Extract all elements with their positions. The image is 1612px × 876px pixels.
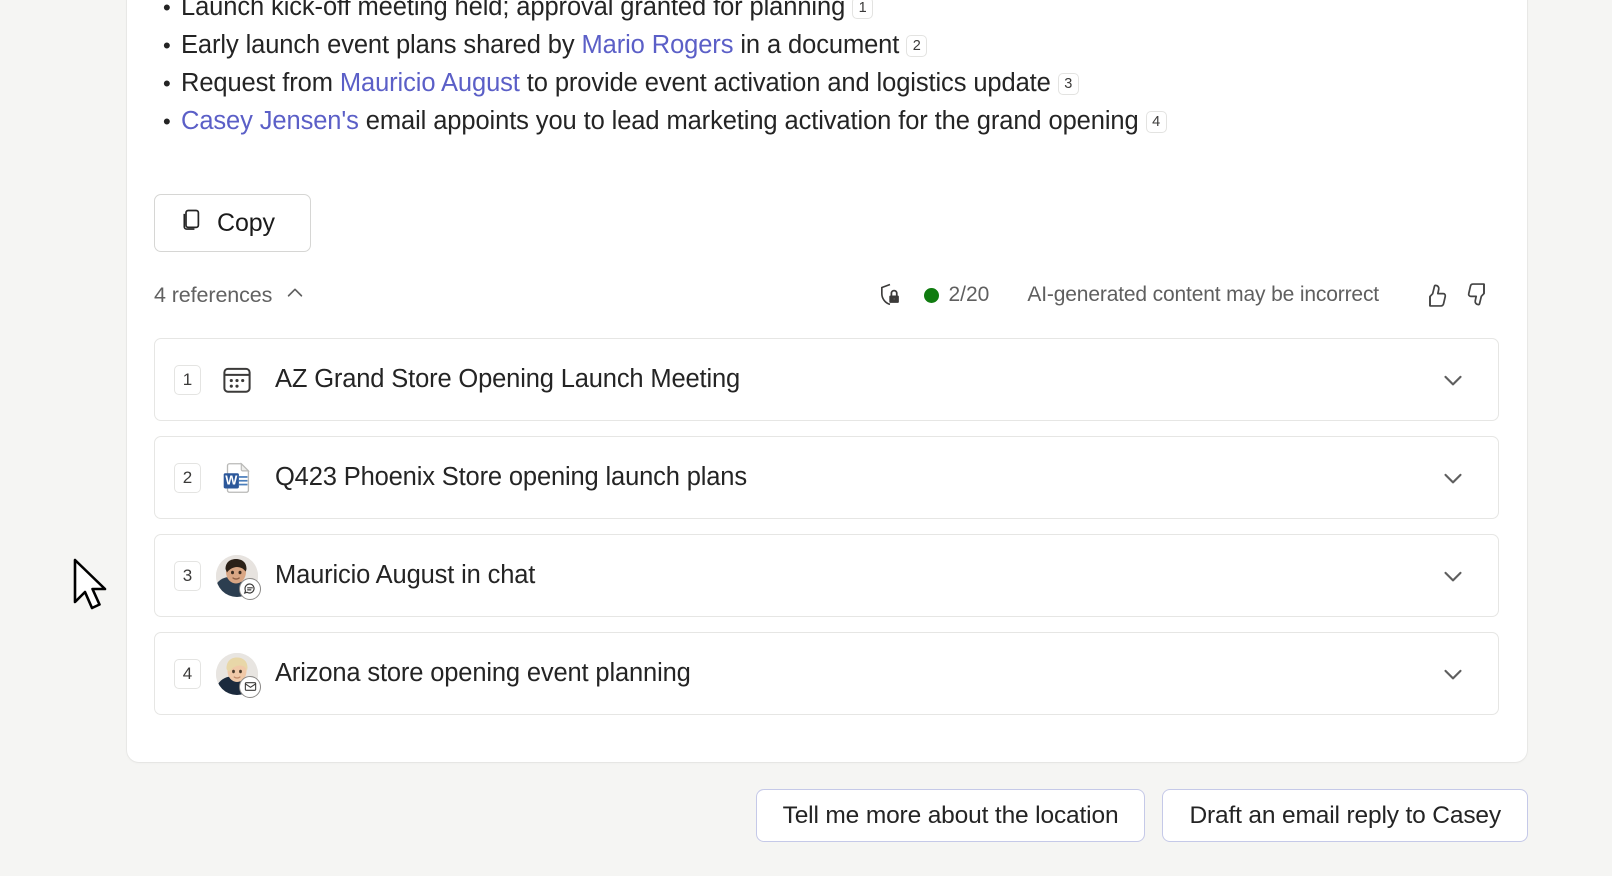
- summary-bullet-item: • Launch kick-off meeting held; approval…: [155, 0, 1495, 26]
- summary-bullet-list: • Launch kick-off meeting held; approval…: [155, 0, 1495, 140]
- avatar-email-icon: [216, 652, 261, 698]
- summary-bullet-item: • Request from Mauricio August to provid…: [155, 64, 1495, 102]
- mouse-cursor: [71, 558, 111, 614]
- reference-title: Mauricio August in chat: [275, 561, 536, 589]
- copy-icon: [177, 206, 204, 240]
- references-bar-right: 2/20 AI-generated content may be incorre…: [876, 274, 1499, 316]
- chevron-down-icon[interactable]: [1436, 657, 1470, 691]
- reference-card-meeting[interactable]: 1 AZ Grand Store Opening Launch Meeting: [154, 338, 1499, 421]
- citation-badge[interactable]: 2: [906, 35, 928, 57]
- bullet-text: Casey Jensen's email appoints you to lea…: [181, 102, 1167, 140]
- avatar-chat-icon: [216, 554, 261, 600]
- person-link-mauricio-august[interactable]: Mauricio August: [340, 69, 520, 97]
- bullet-marker: •: [163, 71, 171, 96]
- ai-disclaimer: AI-generated content may be incorrect: [1027, 283, 1379, 306]
- suggestion-pill-location[interactable]: Tell me more about the location: [755, 789, 1146, 842]
- person-link-mario-rogers[interactable]: Mario Rogers: [582, 31, 734, 59]
- reference-title: Q423 Phoenix Store opening launch plans: [275, 463, 747, 491]
- bullet-segment: Request from: [181, 69, 340, 97]
- bullet-segment: in a document: [733, 31, 900, 59]
- bullet-segment: Early launch event plans shared by: [181, 31, 582, 59]
- email-badge-icon: [239, 675, 261, 698]
- chevron-up-icon: [284, 282, 306, 309]
- bullet-marker: •: [163, 33, 171, 58]
- shield-lock-icon[interactable]: [876, 281, 904, 309]
- app-root: • Launch kick-off meeting held; approval…: [0, 0, 1612, 876]
- word-document-icon: W: [216, 457, 258, 499]
- bullet-text: Early launch event plans shared by Mario…: [181, 26, 928, 64]
- copy-button-label: Copy: [217, 208, 275, 237]
- quota-indicator: 2/20: [924, 283, 989, 307]
- status-dot: [924, 287, 940, 303]
- quota-text: 2/20: [948, 283, 990, 306]
- thumbs-down-icon[interactable]: [1457, 274, 1499, 316]
- chat-badge-icon: [239, 577, 261, 600]
- bullet-segment: email appoints you to lead marketing act…: [358, 107, 1139, 135]
- suggestion-pill-row: Tell me more about the location Draft an…: [0, 789, 1612, 842]
- bullet-marker: •: [163, 0, 171, 20]
- reference-number: 4: [174, 658, 201, 689]
- bullet-segment: to provide event activation and logistic…: [519, 69, 1051, 97]
- calendar-icon: [216, 359, 258, 401]
- citation-badge[interactable]: 1: [852, 0, 874, 19]
- summary-bullet-item: • Early launch event plans shared by Mar…: [155, 26, 1495, 64]
- person-link-casey-jensen[interactable]: Casey Jensen's: [181, 107, 359, 135]
- reference-title: AZ Grand Store Opening Launch Meeting: [275, 365, 741, 393]
- citation-badge[interactable]: 3: [1057, 73, 1079, 95]
- thumbs-up-icon[interactable]: [1415, 274, 1457, 316]
- reference-card-document[interactable]: 2 W Q423 Phoenix Store opening launch pl…: [154, 436, 1499, 519]
- suggestion-pill-draft-email[interactable]: Draft an email reply to Casey: [1162, 789, 1528, 842]
- bullet-text: Launch kick-off meeting held; approval g…: [181, 0, 874, 26]
- bullet-marker: •: [163, 109, 171, 134]
- svg-text:W: W: [225, 472, 238, 487]
- reference-card-chat[interactable]: 3 Mauricio August in chat: [154, 534, 1499, 617]
- bullet-text: Request from Mauricio August to provide …: [181, 64, 1079, 102]
- references-bar: 4 references 2/20 AI-generated content m…: [154, 278, 1499, 312]
- summary-bullet-item: • Casey Jensen's email appoints you to l…: [155, 102, 1495, 140]
- reference-number: 1: [174, 364, 201, 395]
- reference-title: Arizona store opening event planning: [275, 659, 691, 687]
- bullet-segment: Launch kick-off meeting held; approval g…: [181, 0, 846, 21]
- reference-card-email[interactable]: 4 Arizona store opening event planning: [154, 632, 1499, 715]
- references-count-label: 4 references: [154, 282, 273, 307]
- chevron-down-icon[interactable]: [1436, 461, 1470, 495]
- chevron-down-icon[interactable]: [1436, 363, 1470, 397]
- copilot-response-card: • Launch kick-off meeting held; approval…: [127, 0, 1527, 762]
- chevron-down-icon[interactable]: [1436, 559, 1470, 593]
- reference-number: 3: [174, 560, 201, 591]
- references-list: 1 AZ Grand Store Opening Launch Meeting: [154, 338, 1499, 730]
- references-toggle[interactable]: 4 references: [154, 282, 306, 309]
- reference-number: 2: [174, 462, 201, 493]
- citation-badge[interactable]: 4: [1145, 111, 1167, 133]
- copy-button[interactable]: Copy: [154, 194, 311, 252]
